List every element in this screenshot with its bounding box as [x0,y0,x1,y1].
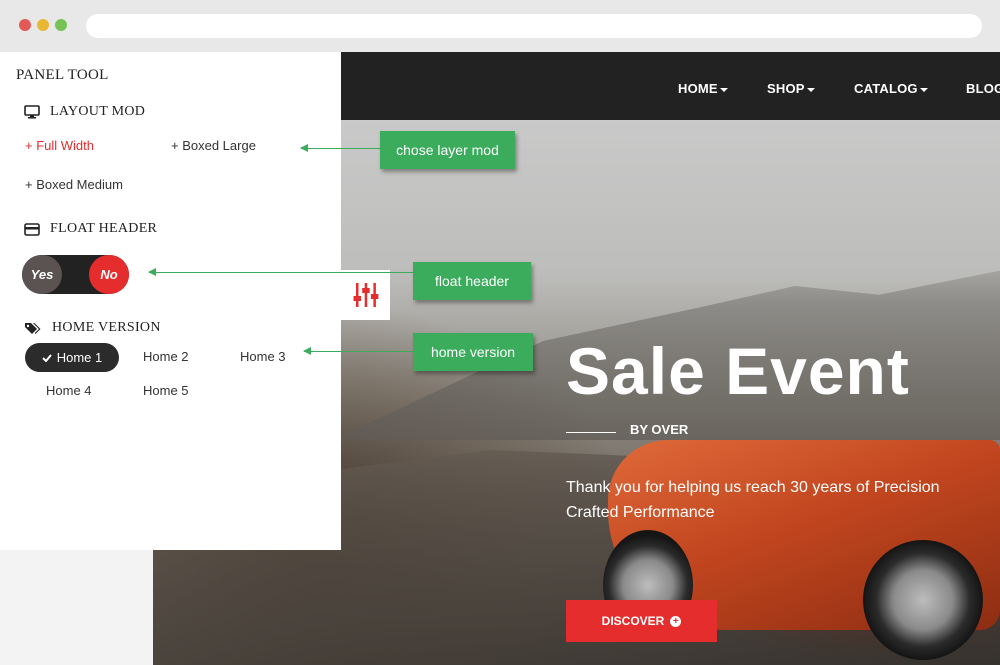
monitor-icon [24,105,40,119]
hero-title: Sale Event [566,334,910,408]
float-header-toggle[interactable]: Yes No [22,255,129,294]
float-header-heading: FLOAT HEADER [24,221,157,237]
home-version-option-1[interactable]: Home 1 [25,343,119,372]
home-version-option-4[interactable]: Home 4 [46,383,92,398]
section-title-label: HOME VERSION [52,320,161,335]
car-wheel-image [863,540,983,660]
home-version-heading: HOME VERSION [24,320,161,336]
home-version-callout: home version [413,333,533,371]
caret-down-icon [719,87,728,92]
address-bar[interactable] [86,14,982,38]
nav-item-home[interactable]: HOME [678,81,728,96]
toggle-yes-option[interactable]: Yes [22,255,62,294]
nav-item-label: CATALOG [854,81,918,96]
sliders-icon [353,283,378,307]
discover-button[interactable]: DISCOVER + [566,600,717,642]
check-icon [42,353,52,362]
home-version-option-3[interactable]: Home 3 [240,349,286,364]
panel-toggle-button[interactable] [341,270,390,320]
maximize-window-button[interactable] [55,19,67,31]
nav-item-blog[interactable]: BLOG [966,81,1000,96]
plus-circle-icon: + [670,615,682,627]
callout-arrow [300,144,380,152]
nav-item-label: SHOP [767,81,805,96]
toggle-no-option[interactable]: No [89,255,129,294]
caret-down-icon [806,87,815,92]
layout-option-boxed-large[interactable]: + Boxed Large [171,138,256,153]
section-title-label: FLOAT HEADER [50,221,158,236]
hero-divider [566,432,616,433]
tags-icon [25,322,41,334]
layout-option-full-width[interactable]: + Full Width [25,138,94,153]
minimize-window-button[interactable] [37,19,49,31]
hero-text: Thank you for helping us reach 30 years … [566,479,940,521]
home-version-label: Home 1 [56,350,103,365]
close-window-button[interactable] [19,19,31,31]
panel-tool: PANEL TOOL LAYOUT MOD + Full Width + Box… [0,52,341,550]
section-title-label: LAYOUT MOD [50,104,146,119]
credit-card-icon [24,222,40,236]
home-version-option-2[interactable]: Home 2 [143,349,189,364]
layout-mod-heading: LAYOUT MOD [24,104,145,120]
nav-item-label: HOME [678,81,718,96]
layout-option-boxed-medium[interactable]: + Boxed Medium [25,177,123,192]
nav-item-label: BLOG [966,81,1000,96]
caret-down-icon [919,87,928,92]
float-header-callout: float header [413,262,531,300]
hero-subtitle: BY OVER [630,422,689,437]
panel-title: PANEL TOOL [16,67,109,83]
callout-arrow [148,268,413,276]
callout-arrow [303,347,413,355]
browser-chrome [0,0,1000,52]
home-version-option-5[interactable]: Home 5 [143,383,189,398]
discover-button-label: DISCOVER [601,614,665,628]
layout-callout: chose layer mod [380,131,515,169]
nav-item-catalog[interactable]: CATALOG [854,81,928,96]
nav-item-shop[interactable]: SHOP [767,81,815,96]
